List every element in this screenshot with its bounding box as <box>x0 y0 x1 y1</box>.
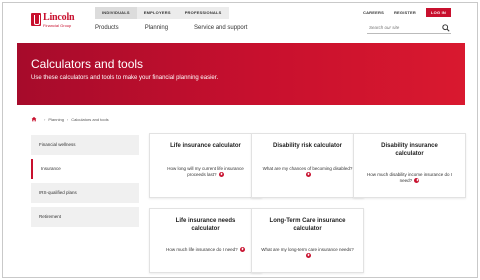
breadcrumb-separator: › <box>44 116 46 122</box>
utility-links: CAREERS REGISTER LOG IN <box>353 7 451 17</box>
breadcrumb-current: Calculators and tools <box>71 116 109 122</box>
card-link[interactable]: What are my long-term care insurance nee… <box>260 247 355 259</box>
lincoln-logo-icon <box>31 13 41 26</box>
nav-planning[interactable]: Planning <box>145 25 168 31</box>
tab-employers[interactable]: EMPLOYERS <box>137 7 178 19</box>
careers-link[interactable]: CAREERS <box>363 10 384 15</box>
login-button[interactable]: LOG IN <box>426 7 451 17</box>
card-link[interactable]: What are my chances of becoming disabled… <box>260 166 355 178</box>
arrow-right-icon <box>218 172 224 177</box>
calculator-card-disability-risk[interactable]: Disability risk calculator What are my c… <box>251 133 364 198</box>
main-nav: Products Planning Service and support <box>95 25 273 31</box>
card-link[interactable]: How long will my current life insurance … <box>158 166 253 178</box>
register-link[interactable]: REGISTER <box>394 10 416 15</box>
breadcrumb: › Planning › Calculators and tools <box>31 116 109 122</box>
audience-tabs: INDIVIDUALS EMPLOYERS PROFESSIONALS <box>95 7 229 19</box>
calculator-card-life-insurance-needs[interactable]: Life insurance needs calculator How much… <box>149 208 262 273</box>
page-subtitle: Use these calculators and tools to make … <box>31 75 219 81</box>
home-icon[interactable] <box>31 116 37 122</box>
page-title: Calculators and tools <box>31 57 144 71</box>
brand-subtitle: Financial Group <box>43 23 72 28</box>
search-icon[interactable] <box>442 24 450 32</box>
card-link[interactable]: How much life insurance do I need? <box>158 247 253 253</box>
arrow-right-icon <box>305 172 311 177</box>
card-link[interactable]: How much disability income insurance do … <box>362 172 457 184</box>
card-title: Disability risk calculator <box>272 143 343 149</box>
page-frame: Lincoln Financial Group INDIVIDUALS EMPL… <box>2 2 478 278</box>
arrow-right-icon <box>305 253 311 258</box>
tab-professionals[interactable]: PROFESSIONALS <box>178 7 229 19</box>
sidebar-item-retirement[interactable]: Retirement <box>31 207 139 227</box>
sidebar-item-financial-wellness[interactable]: Financial wellness <box>31 135 139 155</box>
hero-banner: Calculators and tools Use these calculat… <box>17 43 465 105</box>
breadcrumb-separator: › <box>66 116 69 122</box>
tab-individuals[interactable]: INDIVIDUALS <box>95 7 137 19</box>
nav-products[interactable]: Products <box>95 25 119 31</box>
calculator-card-disability-insurance[interactable]: Disability insurance calculator How much… <box>353 133 466 198</box>
sidebar-item-irs-qualified-plans[interactable]: IRS-qualified plans <box>31 183 139 203</box>
search-placeholder: Search our site <box>369 25 400 30</box>
breadcrumb-planning[interactable]: Planning <box>48 117 64 122</box>
search-input[interactable]: Search our site <box>367 23 451 34</box>
sidebar-item-insurance[interactable]: Insurance <box>31 159 139 179</box>
sidebar: Financial wellness Insurance IRS-qualifi… <box>31 135 139 231</box>
arrow-right-icon <box>414 178 420 183</box>
nav-service-and-support[interactable]: Service and support <box>194 25 247 31</box>
brand-name: Lincoln <box>43 12 75 23</box>
brand-logo[interactable]: Lincoln Financial Group <box>31 12 81 30</box>
card-title: Long-Term Care insurance calculator <box>269 218 346 232</box>
arrow-right-icon <box>239 247 245 252</box>
card-title: Life insurance calculator <box>170 143 241 149</box>
card-title: Disability insurance calculator <box>381 143 438 157</box>
calculator-card-long-term-care[interactable]: Long-Term Care insurance calculator What… <box>251 208 364 273</box>
card-title: Life insurance needs calculator <box>175 218 236 232</box>
calculator-card-life-insurance[interactable]: Life insurance calculator How long will … <box>149 133 262 198</box>
